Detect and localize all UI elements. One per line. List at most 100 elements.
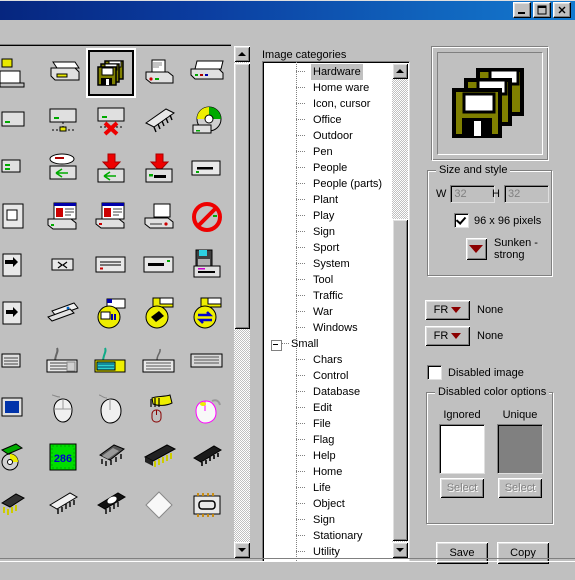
icon-cell-scanner-flatbed[interactable]: [135, 193, 183, 241]
tree-scroll-up-button[interactable]: [392, 63, 408, 79]
icon-cell-mouse-white[interactable]: [39, 385, 87, 433]
icon-cell-printer-wide[interactable]: [183, 49, 231, 97]
icon-cell-cd-disc-stack[interactable]: [0, 433, 39, 481]
tree-item[interactable]: Outdoor: [263, 128, 391, 144]
tree-item[interactable]: People: [263, 160, 391, 176]
icon-cell-hub-download-right[interactable]: [135, 145, 183, 193]
icon-cell-chip-black-oval[interactable]: [87, 481, 135, 529]
tree-item[interactable]: Pen: [263, 144, 391, 160]
icon-cell-scanner-panel[interactable]: [0, 193, 39, 241]
disabled-image-checkbox[interactable]: [427, 365, 442, 380]
tree-item[interactable]: Tool: [263, 272, 391, 288]
tree-item[interactable]: Traffic: [263, 288, 391, 304]
tree-item[interactable]: System: [263, 256, 391, 272]
unique-select-button[interactable]: Select: [498, 478, 542, 498]
tree-item[interactable]: Life: [263, 480, 391, 496]
icon-cell-keyboard-plain[interactable]: [135, 337, 183, 385]
icon-cell-network-computer[interactable]: [39, 97, 87, 145]
icon-cell-printer-inkjet[interactable]: [135, 49, 183, 97]
icon-cell-chip-square-pins[interactable]: [183, 481, 231, 529]
icon-cell-tape-drive[interactable]: [39, 289, 87, 337]
icon-cell-yellow-computer-badge[interactable]: [87, 289, 135, 337]
width-input[interactable]: 32: [450, 185, 496, 203]
maximize-button[interactable]: [533, 2, 551, 18]
icon-cell-router-side[interactable]: [0, 145, 39, 193]
icon-cell-mouse-pink-outline[interactable]: [183, 385, 231, 433]
icon-cell-hub-broadcast[interactable]: [39, 145, 87, 193]
icon-cell-server-unit[interactable]: [0, 97, 39, 145]
icon-cell-modem-dark-bar[interactable]: [135, 241, 183, 289]
tree-item[interactable]: Small: [263, 336, 391, 352]
icon-cell-printer-laser[interactable]: [39, 49, 87, 97]
tree-scrollbar[interactable]: [392, 63, 408, 558]
image-categories-tree[interactable]: Hardware Home ware Icon, cursor Office Outdo…: [262, 61, 410, 562]
icon-cell-switch-small[interactable]: [39, 241, 87, 289]
icon-cell-fax-lines[interactable]: [87, 241, 135, 289]
style-dropdown-button[interactable]: [466, 238, 487, 260]
icon-cell-device-arrow[interactable]: [0, 241, 39, 289]
icon-cell-memory-chip-slanted[interactable]: [135, 97, 183, 145]
scrollbar-thumb[interactable]: [234, 63, 250, 329]
tree-item[interactable]: File: [263, 416, 391, 432]
ignored-color-swatch[interactable]: [439, 424, 485, 474]
icon-cell-chip-socket[interactable]: [87, 433, 135, 481]
tree-item[interactable]: Home: [263, 464, 391, 480]
tree-item[interactable]: Stationary: [263, 528, 391, 544]
scroll-down-button[interactable]: [234, 542, 250, 558]
unique-color-swatch[interactable]: [497, 424, 543, 474]
icon-cell-chip-white-body[interactable]: [39, 481, 87, 529]
tree-item[interactable]: Flag: [263, 432, 391, 448]
tree-item[interactable]: Control: [263, 368, 391, 384]
icon-cell-keyboard-small[interactable]: [0, 337, 39, 385]
minimize-button[interactable]: [513, 2, 531, 18]
ignored-select-button[interactable]: Select: [440, 478, 484, 498]
tree-item[interactable]: Help: [263, 448, 391, 464]
tree-item[interactable]: Play: [263, 208, 391, 224]
icon-grid[interactable]: 286: [0, 48, 224, 529]
tree-item[interactable]: Sign: [263, 512, 391, 528]
tree-item[interactable]: People (parts): [263, 176, 391, 192]
tree-scrollbar-thumb[interactable]: [392, 219, 408, 541]
icon-cell-floppy-drive-unit[interactable]: [183, 241, 231, 289]
icon-cell-cpu-286[interactable]: 286: [39, 433, 87, 481]
icon-cell-keyboard-highlighted[interactable]: [87, 337, 135, 385]
tree-item[interactable]: Chars: [263, 352, 391, 368]
tree-item[interactable]: Windows: [263, 320, 391, 336]
pixels-checkbox-row[interactable]: 96 x 96 pixels: [454, 213, 541, 228]
tree-item[interactable]: Edit: [263, 400, 391, 416]
tree-item[interactable]: Home ware: [263, 80, 391, 96]
preview-image-area[interactable]: [437, 52, 543, 155]
icon-cell-keyboard-flat[interactable]: [183, 337, 231, 385]
tree-item[interactable]: Hardware: [263, 64, 391, 80]
icon-cell-hand-mouse-pointer[interactable]: [135, 385, 183, 433]
tree-item[interactable]: Plant: [263, 192, 391, 208]
icon-cell-scanner-document-blue[interactable]: [87, 193, 135, 241]
icon-cell-mouse-white-2[interactable]: [87, 385, 135, 433]
icon-cell-network-computer-disconnected[interactable]: [87, 97, 135, 145]
pixels-checkbox[interactable]: [454, 213, 469, 228]
icon-cell-scanner-document-red[interactable]: [39, 193, 87, 241]
tree-item[interactable]: Office: [263, 112, 391, 128]
icon-cell-keyboard-corded[interactable]: [39, 337, 87, 385]
tree-item[interactable]: Database: [263, 384, 391, 400]
close-button[interactable]: [553, 2, 571, 18]
tree-item-list[interactable]: Hardware Home ware Icon, cursor Office Outdo…: [263, 64, 391, 560]
disabled-image-row[interactable]: Disabled image: [427, 365, 524, 380]
tree-item[interactable]: Object: [263, 496, 391, 512]
icon-cell-modem-unit[interactable]: [183, 145, 231, 193]
tree-item[interactable]: Sport: [263, 240, 391, 256]
scroll-up-button[interactable]: [234, 46, 250, 62]
icon-cell-workstation-user[interactable]: [0, 49, 39, 97]
tree-item[interactable]: War: [263, 304, 391, 320]
image-list-panel[interactable]: 286: [0, 44, 231, 558]
icon-cell-chip-yellow-legs[interactable]: [0, 481, 39, 529]
icon-cell-no-entry-forbidden[interactable]: [183, 193, 231, 241]
icon-cell-hub-download-left[interactable]: [87, 145, 135, 193]
icon-cell-chip-gold-pins[interactable]: [135, 433, 183, 481]
icon-cell-cd-rom-drive[interactable]: [183, 97, 231, 145]
tree-item[interactable]: Sign: [263, 224, 391, 240]
icon-cell-floppy-disk-stack[interactable]: [86, 48, 136, 98]
tree-expander-icon[interactable]: [271, 340, 282, 351]
frame-dropdown-button-2[interactable]: FR: [425, 326, 470, 346]
image-list-scrollbar[interactable]: [234, 46, 250, 558]
